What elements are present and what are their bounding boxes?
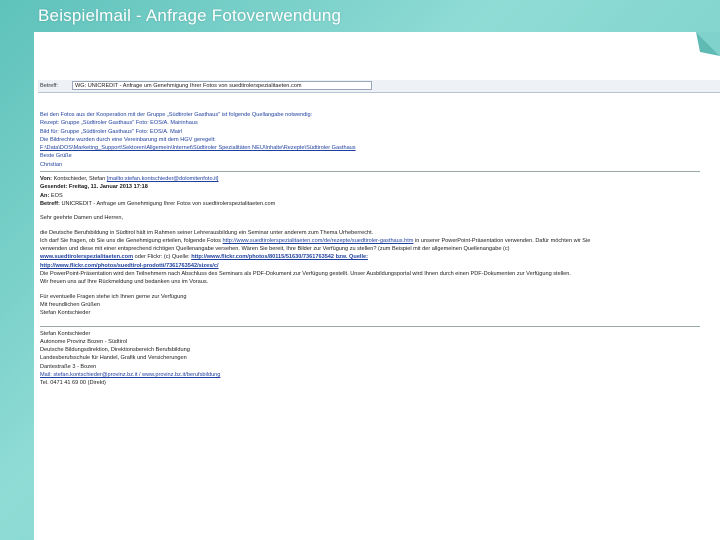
header-label: Betreff: bbox=[40, 200, 60, 207]
page-curl-icon bbox=[696, 32, 720, 56]
regards-line: Mit freundlichen Grüßen bbox=[40, 301, 101, 308]
signature-line: Dantestraße 3 - Bozen bbox=[40, 363, 97, 370]
signature-line: Autonome Provinz Bozen - Südtirol bbox=[40, 338, 128, 345]
sender-first-name: Christian bbox=[40, 161, 63, 168]
greeting: Beste Grüße bbox=[40, 153, 72, 160]
website-link[interactable]: www.suedtirolerspezialitaeten.com bbox=[40, 254, 133, 260]
salutation: Sehr geehrte Damen und Herren, bbox=[40, 215, 124, 222]
signature-line: Deutsche Bildungsdirektion, Direktionsbe… bbox=[40, 347, 190, 354]
header-value: Freitag, 11. Januar 2013 17:18 bbox=[68, 184, 148, 191]
slide-title: Beispielmail - Anfrage Fotoverwendung bbox=[38, 6, 342, 25]
email-screenshot: Betreff: WG: UNICREDIT - Anfrage um Gene… bbox=[38, 80, 720, 485]
paragraph-tail: in unserer PowerPoint-Präsentation verwe… bbox=[415, 237, 591, 244]
signature-name: Stefan Kontschieder bbox=[40, 310, 91, 317]
closing-paragraph: Wir freuen uns auf Ihre Rückmeldung und … bbox=[40, 279, 209, 286]
closing-paragraph: Die PowerPoint-Präsentation wird den Tei… bbox=[40, 271, 571, 278]
header-label: An: bbox=[40, 192, 50, 199]
header-value: EOS bbox=[50, 192, 63, 199]
email-body: Bei den Fotos aus der Kooperation mit de… bbox=[40, 111, 716, 388]
header-value: Kontschieder, Stefan bbox=[53, 176, 106, 183]
paragraph-line: die Deutsche Berufsbildung in Südtirol h… bbox=[40, 229, 374, 236]
paragraph-line: Ich darf Sie fragen, ob Sie uns die Gene… bbox=[40, 237, 221, 244]
divider bbox=[40, 171, 700, 173]
subject-field[interactable]: WG: UNICREDIT - Anfrage um Genehmigung I… bbox=[72, 81, 372, 90]
divider bbox=[40, 325, 700, 327]
mailto-link[interactable]: [mailto:stefan.kontschieder@dolomitenfot… bbox=[107, 176, 219, 182]
header-label: Von: bbox=[40, 176, 53, 183]
url-tail: oder Flickr: (c) Quelle: bbox=[134, 254, 190, 261]
intro-line: Bei den Fotos aus der Kooperation mit de… bbox=[40, 112, 313, 118]
subject-row: Betreff: WG: UNICREDIT - Anfrage um Gene… bbox=[38, 80, 720, 93]
rezepte-link[interactable]: http://www.suedtirolerspezialitaeten.com… bbox=[223, 238, 414, 244]
intro-line: Die Bildrechte wurden durch eine Vereinb… bbox=[40, 136, 216, 143]
signature-phone: Tel. 0471 41 69 00 (Direkt) bbox=[40, 380, 106, 387]
signature-link[interactable]: Mail: stefan.kontschieder@provinz.bz.it … bbox=[40, 371, 716, 379]
questions-line: Für eventuelle Fragen stehe ich Ihnen ge… bbox=[40, 293, 187, 300]
folder-path-link[interactable]: F:\Data\DOS\Marketing_Support\Sektoren\A… bbox=[40, 144, 716, 152]
flickr-sizes-link[interactable]: http://www.flickr.com/photos/suedtirol-p… bbox=[40, 262, 716, 270]
intro-line: Rezept: Gruppe „Südtiroler Gasthaus" Fot… bbox=[40, 120, 198, 127]
subject-label: Betreff: bbox=[40, 83, 58, 89]
header-value: UNICREDIT - Anfrage um Genehmigung Ihrer… bbox=[61, 200, 276, 207]
signature-line: Landesberufsschule für Handel, Grafik un… bbox=[40, 355, 187, 362]
intro-line: Bild für: Gruppe „Südtiroler Gasthaus" F… bbox=[40, 128, 183, 135]
slide-frame: Beispielmail - Anfrage Fotoverwendung Be… bbox=[0, 0, 720, 540]
signature-line: Stefan Kontschieder bbox=[40, 330, 91, 337]
paragraph-line: verwenden und diese mit einer entspreche… bbox=[40, 246, 510, 253]
header-label: Gesendet: bbox=[40, 184, 68, 191]
flickr-link[interactable]: http://www.flickr.com/photos/80115/51630… bbox=[191, 254, 368, 260]
